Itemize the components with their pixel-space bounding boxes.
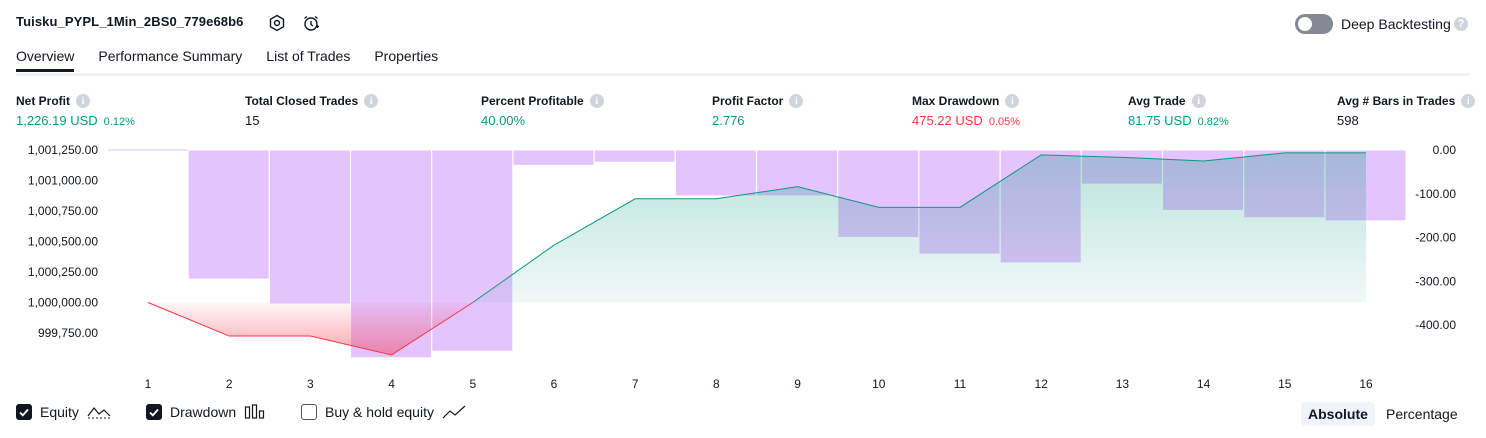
x-axis-tick: 12 [1035,377,1049,391]
stat-label: Total Closed Trades [245,94,359,108]
stat-percent: 0.82% [1197,116,1229,128]
right-axis-tick: -400.00 [1415,318,1456,332]
x-axis-tick: 3 [307,377,314,391]
info-icon[interactable]: i [589,94,604,108]
legend-label: Drawdown [170,404,237,420]
right-axis-tick: -200.00 [1415,231,1456,245]
x-axis-tick: 6 [551,377,558,391]
stat-value: 1,226.19 USD [16,113,98,128]
x-axis-tick: 9 [794,377,801,391]
x-axis-tick: 1 [145,377,152,391]
deep-backtesting-toggle[interactable] [1295,14,1333,34]
x-axis-tick: 16 [1359,377,1373,391]
help-icon[interactable]: ? [1454,17,1468,31]
stat-value: 598 [1337,113,1359,128]
left-axis-tick: 1,000,250.00 [28,265,98,279]
tab-performance-summary[interactable]: Performance Summary [98,48,242,72]
x-axis-tick: 7 [632,377,639,391]
legend-label: Buy & hold equity [325,404,434,420]
stat-percent: 0.05% [988,116,1021,128]
stat-avg-bars-in-trades: Avg # Bars in Trades i 598 [1337,94,1476,128]
x-axis-tick: 13 [1116,377,1130,391]
info-icon[interactable]: i [1191,94,1206,108]
drawdown-bar [674,149,757,197]
stat-value: 81.75 USD [1128,113,1192,128]
right-axis-tick: 0.00 [1433,143,1457,157]
legend-buy-hold[interactable]: Buy & hold equity [301,404,466,420]
tab-bar: Overview Performance Summary List of Tra… [16,48,438,72]
buy-hold-line-icon [442,405,466,419]
right-axis-tick: -300.00 [1415,274,1456,288]
drawdown-bars-icon [245,404,265,419]
stat-value: 475.22 USD [912,113,983,128]
stat-max-drawdown: Max Drawdown i 475.22 USD 0.05% [912,94,1020,128]
info-icon[interactable]: i [789,94,804,108]
x-axis-tick: 5 [469,377,476,391]
equity-checkbox[interactable] [16,404,32,420]
info-icon[interactable]: i [76,94,90,108]
info-icon[interactable]: i [1005,94,1020,108]
stat-label: Max Drawdown [912,94,1000,108]
stat-percent-profitable: Percent Profitable i 40.00% [481,94,604,128]
x-axis-tick: 10 [872,377,886,391]
drawdown-checkbox[interactable] [146,404,162,420]
stat-percent: 0.12% [103,116,135,128]
add-alert-icon[interactable] [301,13,321,33]
stat-avg-trade: Avg Trade i 81.75 USD 0.82% [1128,94,1229,128]
stat-label: Profit Factor [712,94,784,108]
left-axis-tick: 1,001,000.00 [28,174,98,188]
legend-label: Equity [40,404,79,420]
legend-equity[interactable]: Equity [16,404,111,420]
right-axis-tick: -100.00 [1415,187,1456,201]
drawdown-bar [593,149,676,163]
x-axis-tick: 2 [226,377,233,391]
tab-overview[interactable]: Overview [16,48,75,72]
equity-drawdown-chart[interactable]: 1,001,250.00 1,001,000.00 1,000,750.00 1,00… [0,135,1486,400]
absolute-toggle-button[interactable]: Absolute [1301,402,1375,426]
drawdown-bar [268,149,351,305]
legend-drawdown[interactable]: Drawdown [146,404,266,420]
stat-value: 15 [245,113,260,128]
percentage-toggle-button[interactable]: Percentage [1379,402,1465,426]
x-axis-tick: 4 [388,377,395,391]
x-axis-tick: 8 [713,377,720,391]
left-axis-tick: 1,000,500.00 [28,235,98,249]
info-icon[interactable]: i [1461,94,1476,108]
buy-hold-checkbox[interactable] [301,404,317,420]
x-axis-tick: 15 [1278,377,1292,391]
stat-label: Percent Profitable [481,94,584,108]
strategy-title: Tuisku_PYPL_1Min_2BS0_779e68b6 [16,14,244,29]
x-axis-tick: 11 [954,377,967,391]
settings-icon[interactable] [267,13,287,33]
x-axis-tick: 14 [1197,377,1211,391]
stat-profit-factor: Profit Factor i 2.776 [712,94,804,128]
tab-properties[interactable]: Properties [374,48,438,72]
deep-backtesting-label: Deep Backtesting [1341,16,1451,32]
left-axis-tick: 999,750.00 [38,326,98,340]
left-axis-tick: 1,001,250.00 [28,143,98,157]
left-axis-tick: 1,000,750.00 [28,204,98,218]
stat-net-profit: Net Profit i 1,226.19 USD 0.12% [16,94,135,128]
drawdown-bar [187,149,270,280]
toggle-knob [1298,17,1312,31]
tabs-divider [16,73,1470,76]
stat-value: 2.776 [712,113,745,128]
stat-label: Net Profit [16,94,70,108]
stat-label: Avg # Bars in Trades [1337,94,1456,108]
info-icon[interactable]: i [364,94,379,108]
stat-total-closed-trades: Total Closed Trades i 15 [245,94,379,128]
stat-value: 40.00% [481,113,526,128]
equity-line-icon [87,407,111,419]
tab-list-of-trades[interactable]: List of Trades [266,48,350,72]
left-axis-tick: 1,000,000.00 [28,296,98,310]
stat-label: Avg Trade [1128,94,1186,108]
drawdown-bar [512,149,595,166]
